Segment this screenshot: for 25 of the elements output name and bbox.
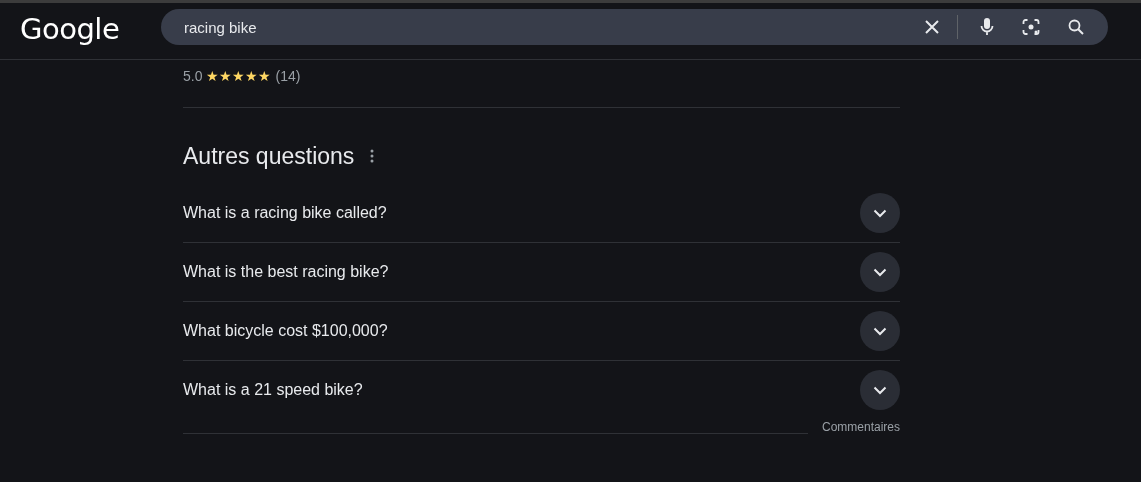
question-text[interactable]: What is a racing bike called? <box>183 204 387 222</box>
rating-score: 5.0 <box>183 68 203 84</box>
section-title: Autres questions <box>183 142 355 170</box>
search-bar[interactable]: racing bike <box>161 9 1108 45</box>
chevron-icon <box>873 208 887 218</box>
search-field[interactable]: racing bike <box>184 18 924 36</box>
close-icon[interactable] <box>924 19 940 35</box>
microphone-icon[interactable] <box>980 17 994 37</box>
expand-button[interactable] <box>860 193 900 233</box>
chevron-icon <box>873 267 887 277</box>
star-rating: ★★★★★ <box>206 68 272 84</box>
review-count: (14) <box>275 68 301 84</box>
search-icon[interactable] <box>1068 19 1084 35</box>
expand-button[interactable] <box>860 370 900 410</box>
google-logo[interactable]: Google <box>20 12 161 46</box>
question-text[interactable]: What is the best racing bike? <box>183 263 389 281</box>
feedback-link[interactable]: Commentaires <box>821 420 900 434</box>
question-text[interactable]: What is a 21 speed bike? <box>183 381 363 399</box>
expand-button[interactable] <box>860 252 900 292</box>
question-text[interactable]: What bicycle cost $100,000? <box>183 322 388 340</box>
camera-icon[interactable] <box>1022 18 1040 36</box>
chevron-icon <box>873 326 887 336</box>
expand-button[interactable] <box>860 311 900 351</box>
more-options-icon[interactable] <box>370 149 375 163</box>
chevron-icon <box>873 385 887 395</box>
